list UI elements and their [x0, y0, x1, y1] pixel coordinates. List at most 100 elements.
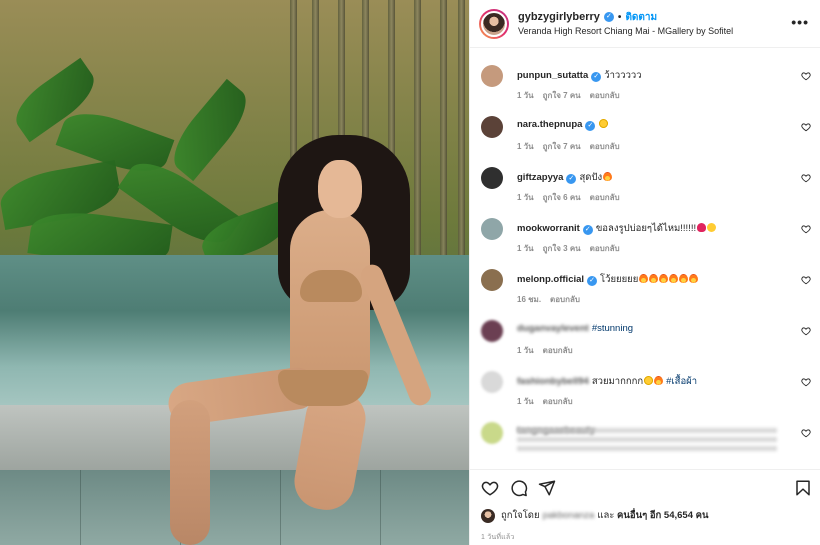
comment-like-heart-icon[interactable]	[801, 377, 811, 387]
comment-row: tangngaaebeauty	[470, 406, 820, 456]
reply-button[interactable]: ตอบกลับ	[543, 397, 573, 406]
comment-body: mookworranit ✓ ขอลงรูปบ่อยๆได้ไหม!!!!!!	[517, 221, 717, 236]
comment-body: nara.thepnupa ✓	[517, 119, 609, 131]
comment-like-count[interactable]: ถูกใจ 7 คน	[543, 142, 581, 151]
action-bar: ถูกใจโดย pakbonanza และ คนอื่นๆ อีก 54,6…	[470, 469, 820, 545]
commenter-avatar[interactable]	[481, 422, 503, 444]
comment-like-heart-icon[interactable]	[801, 173, 811, 183]
blurred-comment-block	[517, 428, 777, 452]
comment-time: 16 ชม.	[517, 295, 542, 304]
red-heart-emoji-icon	[697, 223, 707, 232]
reply-button[interactable]: ตอบกลับ	[590, 193, 620, 202]
author-username[interactable]: gybzygirlyberry	[518, 11, 600, 24]
comment-time: 1 วัน	[517, 346, 534, 355]
comment-like-heart-icon[interactable]	[801, 224, 811, 234]
follow-button[interactable]: ติดตาม	[625, 12, 657, 24]
comment-body: duganvaylevent #stunning	[517, 323, 633, 334]
commenter-username[interactable]: duganvaylevent	[517, 323, 589, 334]
fire-emoji-icon	[669, 274, 679, 283]
comment-text: ว้าววววว	[604, 70, 642, 81]
reply-button[interactable]: ตอบกลับ	[543, 346, 573, 355]
commenter-username[interactable]: fashionbybell94	[517, 376, 589, 387]
more-options-icon[interactable]: •••	[791, 14, 809, 30]
plant-leaf	[162, 78, 258, 182]
post-timestamp: 1 วันที่แล้ว	[481, 534, 515, 541]
verified-badge-icon: ✓	[587, 276, 598, 286]
fire-emoji-icon	[649, 274, 659, 283]
comment-like-count[interactable]: ถูกใจ 3 คน	[543, 244, 581, 253]
fire-emoji-icon	[639, 274, 649, 283]
fire-emoji-icon	[654, 376, 664, 385]
heart-eyes-emoji-icon	[644, 376, 654, 385]
likes-others[interactable]: คนอื่นๆ อีก 54,654 คน	[617, 508, 708, 523]
comment-like-heart-icon[interactable]	[801, 275, 811, 285]
comment-icon[interactable]	[510, 479, 528, 497]
reply-button[interactable]: ตอบกลับ	[590, 91, 620, 100]
tile-line	[380, 470, 381, 545]
comment-text: โว้ยยยยย	[600, 274, 639, 285]
comment-row: mookworranit ✓ ขอลงรูปบ่อยๆได้ไหม!!!!!! 1 ว…	[470, 202, 820, 253]
post-sidebar: gybzygirlyberry ✓ • ติดตาม Veranda High …	[469, 0, 820, 545]
verified-badge-icon: ✓	[582, 225, 593, 235]
commenter-avatar[interactable]	[481, 218, 503, 240]
swimsuit-bottom	[278, 370, 368, 406]
comment-time: 1 วัน	[517, 91, 534, 100]
likes-summary[interactable]: ถูกใจโดย pakbonanza และ คนอื่นๆ อีก 54,6…	[481, 508, 708, 523]
liker-username[interactable]: pakbonanza	[543, 510, 595, 521]
verified-badge-icon: ✓	[585, 121, 596, 131]
comment-row: nara.thepnupa ✓ 1 วัน ถูกใจ 7 คน ตอบกลับ	[470, 100, 820, 151]
commenter-avatar[interactable]	[481, 65, 503, 87]
comment-time: 1 วัน	[517, 397, 534, 406]
comment-body: giftzapyya ✓ สุดปัง	[517, 170, 613, 185]
comment-hashtag[interactable]: #เสื้อผ้า	[666, 376, 697, 387]
heart-icon[interactable]	[481, 479, 499, 497]
comment-time: 1 วัน	[517, 142, 534, 151]
comment-like-count[interactable]: ถูกใจ 6 คน	[543, 193, 581, 202]
post-header: gybzygirlyberry ✓ • ติดตาม Veranda High …	[470, 0, 820, 48]
commenter-avatar[interactable]	[481, 320, 503, 342]
fire-emoji-icon	[659, 274, 669, 283]
commenter-avatar[interactable]	[481, 269, 503, 291]
author-avatar[interactable]	[479, 8, 509, 39]
post-location[interactable]: Veranda High Resort Chiang Mai - MGaller…	[518, 26, 733, 36]
tile-line	[280, 470, 281, 545]
commenter-avatar[interactable]	[481, 167, 503, 189]
commenter-username[interactable]: giftzapyya	[517, 172, 563, 183]
laugh-emoji-icon	[707, 223, 717, 232]
likes-prefix: ถูกใจโดย	[501, 510, 540, 521]
comment-list: punpun_sutatta ✓ ว้าววววว 1 วัน ถูกใจ 7 คน ตอ…	[470, 49, 820, 469]
heart-eyes-emoji-icon	[599, 119, 609, 128]
pool-steps	[0, 470, 469, 545]
commenter-username[interactable]: mookworranit	[517, 223, 580, 234]
comment-like-heart-icon[interactable]	[801, 326, 811, 336]
tile-line	[80, 470, 81, 545]
commenter-avatar[interactable]	[481, 116, 503, 138]
comment-like-heart-icon[interactable]	[801, 122, 811, 132]
reply-button[interactable]: ตอบกลับ	[590, 142, 620, 151]
commenter-avatar[interactable]	[481, 371, 503, 393]
comment-text: #stunning	[591, 323, 634, 334]
comment-body: fashionbybell94 สวยมากกกก #เสื้อผ้า	[517, 374, 697, 389]
reply-button[interactable]: ตอบกลับ	[590, 244, 620, 253]
verified-badge-icon: ✓	[591, 72, 602, 82]
commenter-username[interactable]: melonp.official	[517, 274, 584, 285]
separator-dot: •	[617, 11, 622, 23]
comment-body: punpun_sutatta ✓ ว้าววววว	[517, 68, 642, 83]
comment-like-heart-icon[interactable]	[801, 428, 811, 438]
reply-button[interactable]: ตอบกลับ	[550, 295, 580, 304]
comment-like-heart-icon[interactable]	[801, 71, 811, 81]
fire-emoji-icon	[679, 274, 689, 283]
commenter-username[interactable]: nara.thepnupa	[517, 119, 582, 130]
post-photo[interactable]	[0, 0, 469, 545]
fire-emoji-icon	[689, 274, 699, 283]
commenter-username[interactable]: punpun_sutatta	[517, 70, 588, 81]
comment-like-count[interactable]: ถูกใจ 7 คน	[543, 91, 581, 100]
verified-badge-icon: ✓	[603, 12, 614, 23]
bookmark-icon[interactable]	[794, 479, 812, 497]
share-icon[interactable]	[538, 479, 556, 497]
verified-badge-icon: ✓	[566, 174, 577, 184]
instagram-post: gybzygirlyberry ✓ • ติดตาม Veranda High …	[0, 0, 820, 545]
comment-row: giftzapyya ✓ สุดปัง 1 วัน ถูกใจ 6 คน ตอบกลับ	[470, 151, 820, 202]
comment-text: สุดปัง	[579, 172, 603, 183]
swimsuit-top	[300, 270, 362, 302]
